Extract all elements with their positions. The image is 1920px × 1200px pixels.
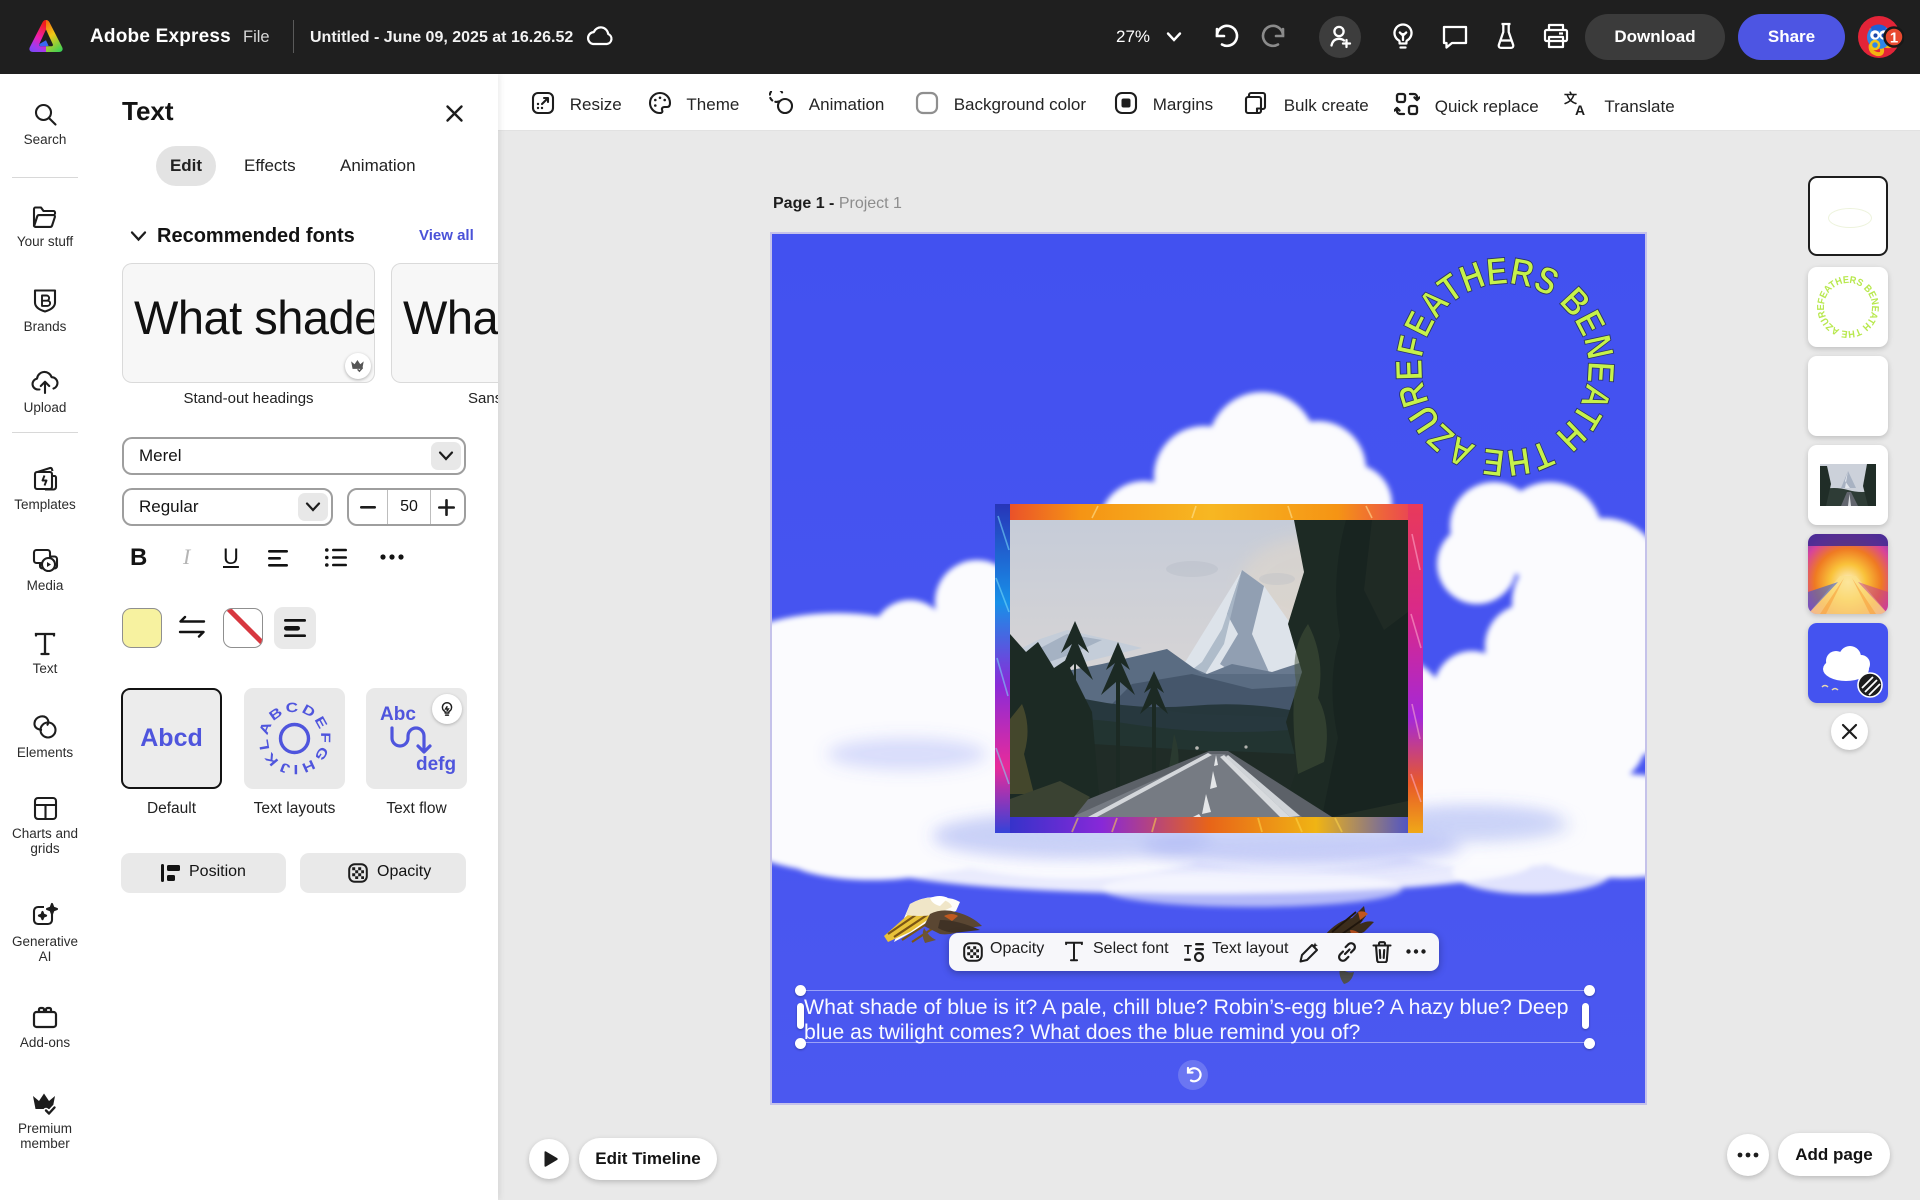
svg-text:ABCDEFGHIJKL: ABCDEFGHIJKL — [258, 702, 331, 775]
svg-text:A: A — [1575, 102, 1585, 117]
svg-text:Abc: Abc — [380, 704, 416, 725]
svg-text:FEATHERS BENEATH THE AZURE: FEATHERS BENEATH THE AZURE — [1816, 275, 1880, 339]
svg-text:T: T — [1184, 942, 1192, 957]
svg-text:1: 1 — [1890, 30, 1898, 47]
svg-text:defg: defg — [416, 754, 456, 775]
